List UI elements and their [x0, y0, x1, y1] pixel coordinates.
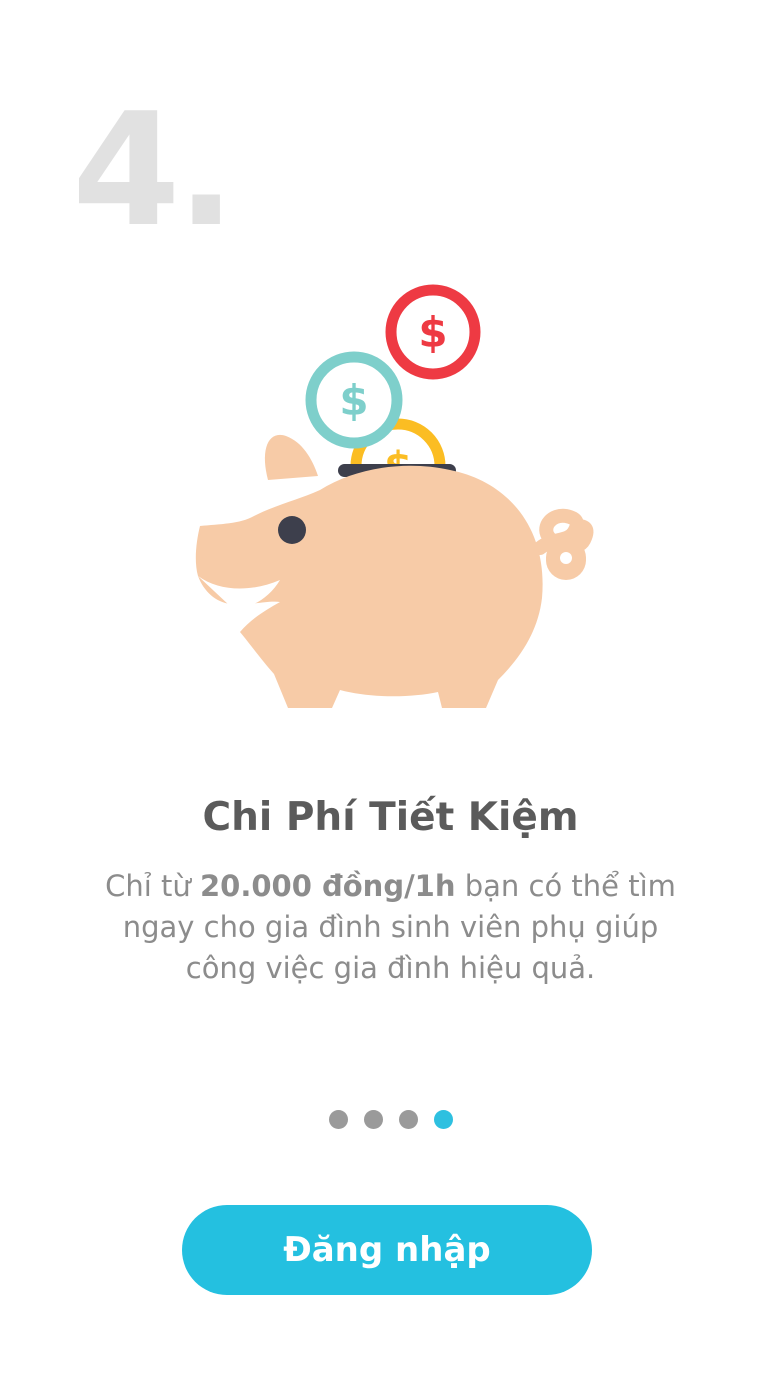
step-number: 4. [72, 79, 236, 261]
page-dot-1[interactable] [328, 1110, 348, 1129]
pig-body [195, 434, 594, 708]
teal-dollar-coin-icon: $ [305, 351, 403, 449]
page-dot-2[interactable] [363, 1110, 383, 1129]
page-dot-3[interactable] [398, 1110, 418, 1129]
pig-eye [278, 516, 306, 544]
feature-description: Chỉ từ 20.000 đồng/1h bạn có thể tìm nga… [90, 866, 691, 989]
piggy-bank-illustration: $ $ $ [195, 284, 594, 708]
page-indicator [0, 1110, 781, 1129]
description-prefix: Chỉ từ [105, 869, 200, 903]
feature-title: Chi Phí Tiết Kiệm [202, 795, 579, 840]
login-button[interactable]: Đăng nhập [182, 1205, 592, 1295]
price-highlight: 20.000 đồng/1h [199, 869, 456, 903]
red-coin-symbol: $ [418, 308, 447, 357]
red-dollar-coin-icon: $ [385, 284, 481, 380]
teal-coin-symbol: $ [339, 376, 368, 425]
page-dot-4-active[interactable] [433, 1110, 453, 1129]
